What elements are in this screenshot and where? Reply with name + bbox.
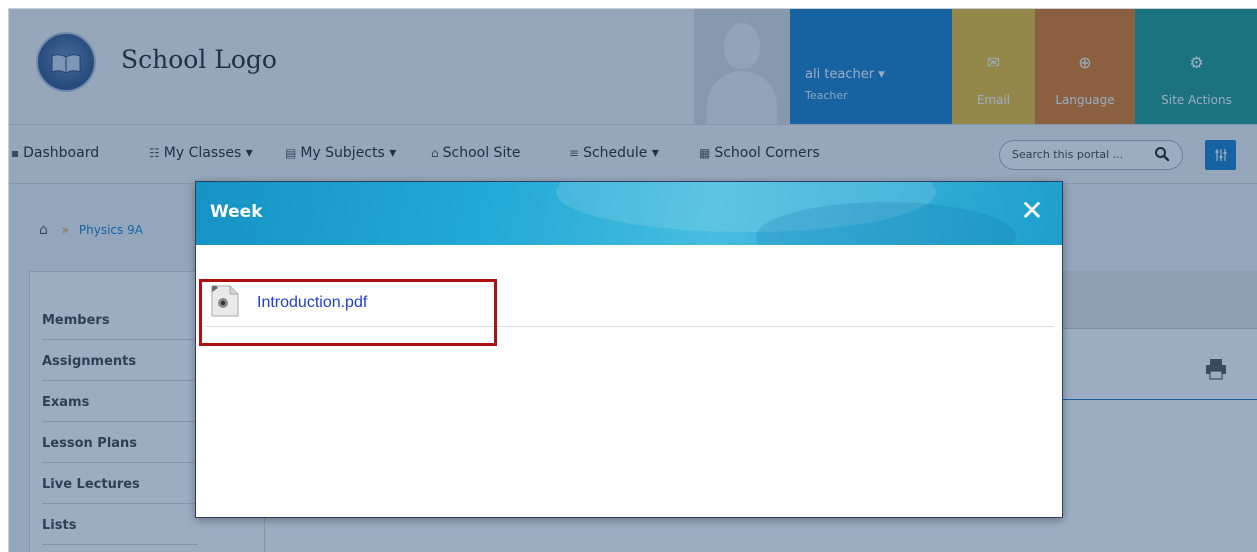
portal-page: School Logo ali teacher ▾ Teacher ✉ Emai… [8,8,1257,552]
highlight-box [199,279,497,346]
week-modal: Week ✕ Introduction.pdf [195,181,1063,518]
modal-title: Week [210,202,263,222]
modal-header: Week ✕ [196,182,1062,245]
close-icon[interactable]: ✕ [1016,196,1048,228]
